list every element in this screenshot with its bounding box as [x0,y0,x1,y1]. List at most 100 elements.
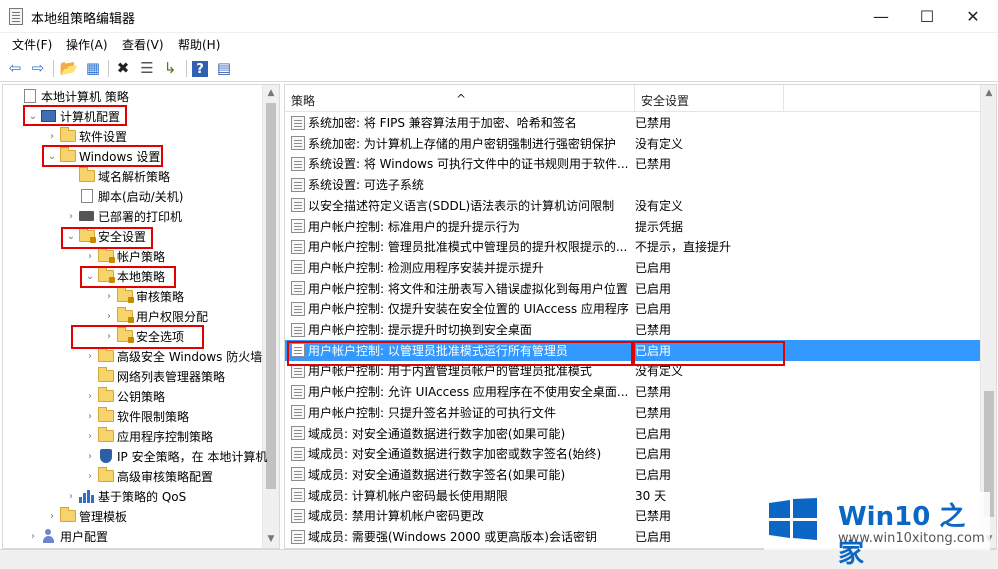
menu-view[interactable]: 查看(V) [122,36,164,53]
expand-chevron-icon[interactable]: ⌄ [83,271,97,282]
table-row[interactable]: 用户帐户控制: 只提升签名并验证的可执行文件 已禁用 [285,402,980,423]
scroll-up-icon[interactable]: ▲ [981,85,996,102]
collapsed-chevron-icon[interactable]: › [102,311,116,322]
collapsed-chevron-icon[interactable]: › [45,511,59,522]
collapsed-chevron-icon[interactable]: › [83,251,97,262]
scroll-thumb[interactable] [266,103,276,489]
security-setting-value: 已启用 [635,467,672,482]
tree-item[interactable]: ⌄ Windows 设置 [45,146,160,166]
console-tree-pane[interactable]: ▲ ▼ 本地计算机 策略 ⌄ 计算机配置 › 软件设置 ⌄ Windows 设置 域名解析策略… [2,84,280,549]
menu-action[interactable]: 操作(A) [66,36,108,53]
delete-icon[interactable]: ✖ [113,59,133,78]
policy-name: 用户帐户控制: 以管理员批准模式运行所有管理员 [308,343,568,358]
policy-icon [291,219,305,233]
column-security-setting-header[interactable]: 安全设置 [641,92,689,109]
collapsed-chevron-icon[interactable]: › [45,131,59,142]
column-separator[interactable] [634,85,635,112]
tree-item[interactable]: 域名解析策略 [64,166,170,186]
tree-item[interactable]: ⌄ 本地策略 [83,266,165,286]
list-vertical-scrollbar[interactable]: ▲ ▼ [980,85,996,548]
policy-name: 用户帐户控制: 检测应用程序安装并提示提升 [308,260,544,275]
tree-item[interactable]: › 安全选项 [102,326,184,346]
collapsed-chevron-icon[interactable]: › [102,331,116,342]
tree-item[interactable]: ⌄ 计算机配置 [26,106,120,126]
collapsed-chevron-icon[interactable]: › [83,391,97,402]
show-hide-tree-icon[interactable]: ▦ [83,59,103,78]
tree-item[interactable]: › 基于策略的 QoS [64,486,186,506]
back-arrow-icon[interactable]: ⇦ [5,59,25,78]
tree-item[interactable]: ⌄ 安全设置 [64,226,146,246]
tree-vertical-scrollbar[interactable]: ▲ ▼ [262,85,279,548]
tree-item[interactable]: › IP 安全策略，在 本地计算机 [83,446,267,466]
tree-item[interactable]: › 软件设置 [45,126,127,146]
maximize-button[interactable]: ☐ [904,0,950,33]
menu-help[interactable]: 帮助(H) [178,36,220,53]
menu-file[interactable]: 文件(F) [12,36,52,53]
table-row[interactable]: 用户帐户控制: 允许 UIAccess 应用程序在不使用安全桌面... 已禁用 [285,381,980,402]
collapsed-chevron-icon[interactable]: › [102,291,116,302]
collapsed-chevron-icon[interactable]: › [64,491,78,502]
collapsed-chevron-icon[interactable]: › [83,471,97,482]
table-row[interactable]: 用户帐户控制: 仅提升安装在安全位置的 UIAccess 应用程序 已启用 [285,298,980,319]
table-row-selected[interactable]: 用户帐户控制: 以管理员批准模式运行所有管理员 已启用 [285,339,980,361]
properties-icon[interactable]: ☰ [137,59,157,78]
policy-name: 以安全描述符定义语言(SDDL)语法表示的计算机访问限制 [308,198,615,213]
tree-item[interactable]: › 帐户策略 [83,246,165,266]
view-icon[interactable]: ▤ [214,59,234,78]
scroll-up-icon[interactable]: ▲ [263,85,279,102]
column-policy-header[interactable]: 策略 [291,92,315,109]
tree-item[interactable]: 脚本(启动/关机) [64,186,183,206]
table-row[interactable]: 系统加密: 为计算机上存储的用户密钥强制进行强密钥保护 没有定义 [285,133,980,154]
up-folder-icon[interactable]: 📂 [59,59,79,78]
policy-name: 用户帐户控制: 只提升签名并验证的可执行文件 [308,405,556,420]
collapsed-chevron-icon[interactable]: › [83,351,97,362]
tree-item[interactable]: › 公钥策略 [83,386,165,406]
scroll-down-icon[interactable]: ▼ [263,531,279,548]
tree-item[interactable]: › 软件限制策略 [83,406,189,426]
table-row[interactable]: 用户帐户控制: 标准用户的提升提示行为 提示凭据 [285,216,980,237]
tree-item[interactable]: › 高级安全 Windows 防火墙 [83,346,262,366]
table-row[interactable]: 以安全描述符定义语言(SDDL)语法表示的计算机访问限制 没有定义 [285,195,980,216]
minimize-button[interactable]: — [858,0,904,33]
forward-arrow-icon[interactable]: ⇨ [28,59,48,78]
table-row[interactable]: 域成员: 对安全通道数据进行数字加密(如果可能) 已启用 [285,423,980,444]
table-row[interactable]: 用户帐户控制: 用于内置管理员帐户的管理员批准模式 没有定义 [285,360,980,381]
policy-icon [291,384,305,399]
close-button[interactable]: ✕ [950,0,996,33]
expand-chevron-icon[interactable]: ⌄ [26,111,40,122]
policy-name: 系统加密: 将 FIPS 兼容算法用于加密、哈希和签名 [308,116,577,130]
tree-item[interactable]: › 应用程序控制策略 [83,426,213,446]
tree-item[interactable]: › 高级审核策略配置 [83,466,213,486]
collapsed-chevron-icon[interactable]: › [83,411,97,422]
table-row[interactable]: 用户帐户控制: 检测应用程序安装并提示提升 已启用 [285,257,980,278]
table-row[interactable]: 系统设置: 可选子系统 [285,174,980,195]
collapsed-chevron-icon[interactable]: › [64,211,78,222]
help-icon[interactable]: ? [192,61,208,77]
table-row[interactable]: 用户帐户控制: 管理员批准模式中管理员的提升权限提示的... 不提示，直接提升 [285,236,980,257]
expand-chevron-icon[interactable]: ⌄ [64,231,78,242]
table-row[interactable]: 用户帐户控制: 提示提升时切换到安全桌面 已禁用 [285,319,980,340]
policy-list-pane[interactable]: 策略 ^ 安全设置 ▲ ▼ 系统加密: 将 FIPS 兼容算法用于加密、哈希和签… [284,84,997,549]
tree-item[interactable]: › 用户配置 [26,526,108,546]
tree-item[interactable]: 网络列表管理器策略 [83,366,225,386]
collapsed-chevron-icon[interactable]: › [26,531,40,542]
table-row[interactable]: 用户帐户控制: 将文件和注册表写入错误虚拟化到每用户位置 已启用 [285,278,980,299]
tree-item[interactable]: › 审核策略 [102,286,184,306]
expand-chevron-icon[interactable]: ⌄ [45,151,59,162]
tree-item[interactable]: › 管理模板 [45,506,127,526]
tree-item-label: 已部署的打印机 [98,209,183,224]
column-separator[interactable] [783,85,784,112]
tree-item[interactable]: 本地计算机 策略 [7,86,129,106]
person-icon [40,528,57,544]
table-row[interactable]: 系统设置: 将 Windows 可执行文件中的证书规则用于软件... 已禁用 [285,153,980,174]
export-list-icon[interactable]: ↳ [160,59,180,78]
tree-item[interactable]: › 已部署的打印机 [64,206,182,226]
collapsed-chevron-icon[interactable]: › [83,431,97,442]
table-row[interactable]: 域成员: 对安全通道数据进行数字加密或数字签名(始终) 已启用 [285,443,980,464]
tree-item[interactable]: › 用户权限分配 [102,306,208,326]
lock-folder-icon [97,267,115,284]
collapsed-chevron-icon[interactable]: › [83,451,97,462]
table-row[interactable]: 系统加密: 将 FIPS 兼容算法用于加密、哈希和签名 已禁用 [285,112,980,133]
table-row[interactable]: 域成员: 对安全通道数据进行数字签名(如果可能) 已启用 [285,464,980,485]
folder-icon [59,507,76,524]
